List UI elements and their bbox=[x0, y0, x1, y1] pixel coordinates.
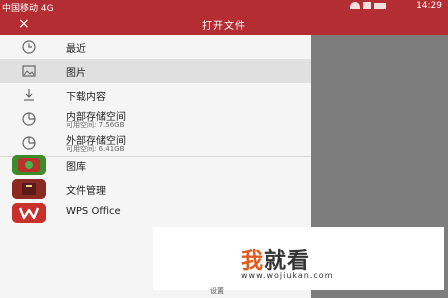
app-bar: × 打开文件 bbox=[0, 14, 448, 35]
storage-free-space: 可用空间: 7.56GB bbox=[66, 121, 125, 129]
wifi-icon bbox=[350, 2, 360, 9]
drawer-item-label: 最近 bbox=[66, 44, 86, 55]
download-icon bbox=[24, 89, 34, 101]
wps-office-app-icon bbox=[12, 203, 46, 223]
watermark-overlay: 我就看 www.wojiukan.com bbox=[153, 227, 444, 290]
clock-icon bbox=[22, 40, 36, 54]
status-icons bbox=[350, 2, 386, 9]
drawer-item-images[interactable]: 图片 bbox=[0, 59, 311, 83]
drawer-app-file-manager[interactable]: 文件管理 bbox=[0, 177, 311, 201]
image-icon bbox=[22, 65, 36, 77]
drawer-item-external-storage[interactable]: 外部存储空间 可用空间: 6.41GB bbox=[0, 131, 311, 155]
drawer-item-label: 图片 bbox=[66, 68, 86, 79]
file-manager-glyph bbox=[12, 179, 46, 199]
clock-time: 14:29 bbox=[416, 1, 442, 11]
watermark-url: www.wojiukan.com bbox=[241, 271, 334, 280]
drawer-app-label: WPS Office bbox=[66, 206, 121, 217]
wps-glyph bbox=[12, 203, 46, 223]
signal-icon bbox=[363, 2, 371, 9]
pie-storage-icon bbox=[22, 112, 36, 126]
drawer-item-recent[interactable]: 最近 bbox=[0, 35, 311, 59]
drawer-app-gallery[interactable]: 图库 bbox=[0, 153, 311, 177]
carrier-label: 中国移动 4G bbox=[2, 4, 54, 14]
drawer-app-wps-office[interactable]: WPS Office bbox=[0, 201, 311, 225]
gallery-glyph bbox=[12, 155, 46, 175]
page-title: 打开文件 bbox=[202, 21, 246, 32]
file-manager-app-icon bbox=[12, 179, 46, 199]
drawer-item-downloads[interactable]: 下载内容 bbox=[0, 83, 311, 107]
status-bar: 中国移动 4G 14:29 bbox=[0, 0, 448, 14]
pie-storage-icon bbox=[22, 136, 36, 150]
battery-icon bbox=[374, 2, 386, 9]
drawer-item-label: 下载内容 bbox=[66, 92, 106, 103]
drawer-app-label: 文件管理 bbox=[66, 186, 106, 197]
bottom-partial-label: 设置 bbox=[210, 287, 224, 295]
gallery-app-icon bbox=[12, 155, 46, 175]
drawer-app-label: 图库 bbox=[66, 162, 86, 173]
drawer-item-internal-storage[interactable]: 内部存储空间 可用空间: 7.56GB bbox=[0, 107, 311, 131]
